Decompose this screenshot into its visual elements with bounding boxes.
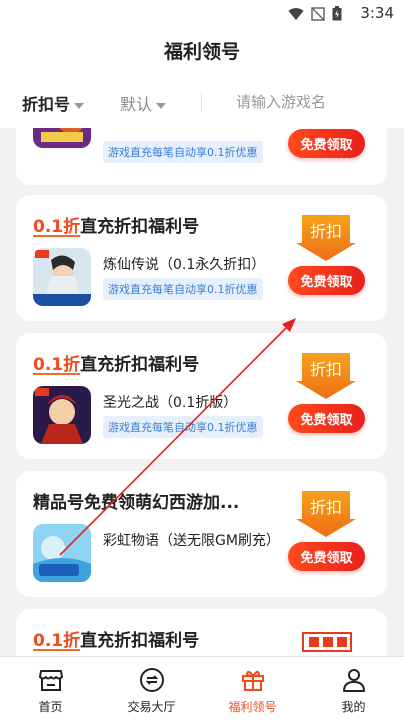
tag-label: 折扣 (310, 222, 342, 241)
order-label: 默认 (120, 95, 153, 114)
claim-button[interactable]: 免费领取 (288, 129, 365, 158)
search-input[interactable] (236, 89, 396, 115)
sort-dropdown[interactable]: 折扣号 (22, 91, 85, 115)
wifi-icon (288, 7, 304, 20)
gift-icon (241, 670, 264, 691)
game-name: 圣光之战（0.1折版） (103, 395, 238, 411)
list-item[interactable]: 游戏直充每笔自动享0.1折优惠 免费领取 (16, 128, 387, 185)
battery-icon (332, 6, 342, 21)
exchange-icon (139, 668, 164, 692)
promo-badge: 游戏直充每笔自动享0.1折优惠 (103, 278, 263, 300)
tab-home[interactable]: 首页 (0, 657, 101, 720)
tab-label: 福利领号 (228, 700, 277, 714)
discount-highlight: 0.1折 (33, 217, 81, 237)
divider (201, 92, 202, 112)
card-title-text: 直充折扣福利号 (80, 355, 200, 375)
discount-tag-icon: 折扣 (296, 215, 356, 261)
tab-label: 首页 (38, 700, 63, 714)
discount-tag-icon: 折扣 (296, 353, 356, 399)
list-item[interactable]: 0.1折直充折扣福利号 圣光之战（0.1折版） 游戏直充每笔自动享0.1折优惠 … (16, 333, 387, 459)
discount-highlight: 0.1折 (33, 355, 81, 375)
card-title-text: 直充折扣福利号 (80, 217, 200, 237)
discount-tag-icon: 折扣 (296, 491, 356, 537)
promo-badge: 游戏直充每笔自动享0.1折优惠 (103, 141, 263, 163)
status-bar: 3:34 (0, 0, 404, 28)
tag-label: 折扣 (310, 498, 342, 517)
discount-highlight: 0.1折 (33, 631, 81, 651)
filter-bar: 折扣号 默认 (0, 76, 404, 128)
list-item[interactable]: 0.1折直充折扣福利号 (16, 609, 387, 656)
sort-label: 折扣号 (22, 95, 71, 114)
list-item[interactable]: 精品号免费领萌幻西游加... 彩虹物语（送无限GM刷充） 折扣 免费领取 (16, 471, 387, 597)
watermark-logo (301, 631, 353, 653)
user-icon (342, 669, 365, 692)
game-icon (33, 386, 91, 444)
tab-trade-hall[interactable]: 交易大厅 (101, 657, 202, 720)
store-icon (38, 670, 63, 691)
status-time: 3:34 (360, 4, 394, 22)
card-title-text: 直充折扣福利号 (80, 631, 200, 651)
account-list[interactable]: 游戏直充每笔自动享0.1折优惠 免费领取 0.1折直充折扣福利号 炼仙传说（0.… (0, 128, 404, 656)
tag-label: 折扣 (310, 360, 342, 379)
list-item[interactable]: 0.1折直充折扣福利号 炼仙传说（0.1永久折扣） 游戏直充每笔自动享0.1折优… (16, 195, 387, 321)
claim-button[interactable]: 免费领取 (288, 404, 365, 433)
tab-welfare-account[interactable]: 福利领号 (202, 657, 303, 720)
claim-button[interactable]: 免费领取 (288, 542, 365, 571)
page-title: 福利领号 (0, 28, 404, 76)
game-icon (33, 128, 91, 148)
chevron-down-icon (74, 102, 85, 109)
order-dropdown[interactable]: 默认 (120, 91, 167, 115)
bottom-nav: 首页 交易大厅 福利领号 我的 (0, 656, 404, 720)
game-name: 彩虹物语（送无限GM刷充） (103, 533, 280, 549)
promo-badge: 游戏直充每笔自动享0.1折优惠 (103, 416, 263, 438)
tab-label: 交易大厅 (127, 700, 176, 714)
chevron-down-icon (156, 102, 167, 109)
game-icon (33, 248, 91, 306)
card-title-text: 精品号免费领萌幻西游加... (33, 493, 240, 513)
tab-profile[interactable]: 我的 (303, 657, 404, 720)
claim-button[interactable]: 免费领取 (288, 266, 365, 295)
card-title: 0.1折直充折扣福利号 (33, 626, 199, 651)
card-title: 0.1折直充折扣福利号 (33, 212, 199, 237)
no-signal-icon (311, 6, 325, 21)
game-name: 炼仙传说（0.1永久折扣） (103, 257, 266, 273)
game-icon (33, 524, 91, 582)
card-title: 0.1折直充折扣福利号 (33, 350, 199, 375)
tab-label: 我的 (341, 700, 366, 714)
status-icons (288, 6, 342, 21)
card-title: 精品号免费领萌幻西游加... (33, 488, 239, 513)
